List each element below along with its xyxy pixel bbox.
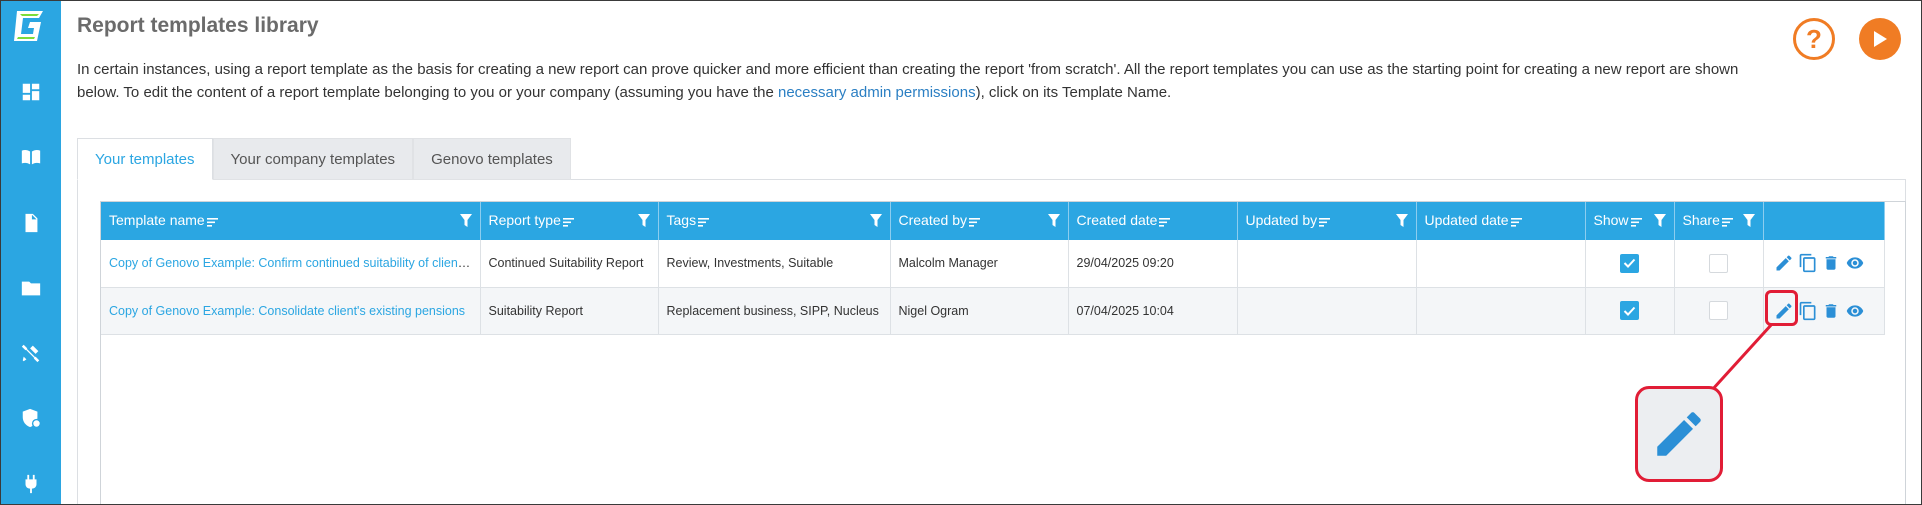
filter-icon[interactable]	[1395, 214, 1408, 230]
sort-icon[interactable]	[562, 214, 574, 230]
created-date-cell: 07/04/2025 10:04	[1068, 287, 1238, 335]
check-icon	[1623, 259, 1636, 269]
column-label: Created by	[898, 212, 967, 229]
edit-icon[interactable]	[1774, 253, 1794, 273]
intro-text: In certain instances, using a report tem…	[77, 58, 1777, 104]
copy-icon[interactable]	[1798, 300, 1818, 322]
view-icon[interactable]	[1844, 302, 1866, 320]
created-by-cell: Malcolm Manager	[890, 240, 1069, 288]
tools-icon[interactable]	[19, 341, 43, 365]
column-label: Created date	[1076, 212, 1158, 229]
tab-genovo-templates[interactable]: Genovo templates	[413, 138, 571, 180]
updated-date-cell	[1416, 287, 1586, 335]
report-type-cell: Continued Suitability Report	[480, 240, 659, 288]
filter-icon[interactable]	[1742, 214, 1755, 230]
copy-icon[interactable]	[1798, 252, 1818, 274]
document-icon[interactable]	[19, 211, 43, 235]
sort-icon[interactable]	[1630, 214, 1642, 230]
sort-icon[interactable]	[1721, 214, 1733, 230]
column-label: Updated by	[1245, 212, 1318, 229]
edit-icon-callout	[1635, 386, 1723, 482]
created-date-cell: 29/04/2025 09:20	[1068, 240, 1238, 288]
column-header-share[interactable]: Share	[1674, 202, 1764, 240]
column-label: Report type	[488, 212, 561, 229]
filter-icon[interactable]	[459, 214, 472, 230]
question-mark-icon: ?	[1806, 23, 1822, 54]
sort-icon[interactable]	[968, 214, 980, 230]
delete-icon[interactable]	[1822, 301, 1840, 321]
template-tabs: Your templates Your company templates Ge…	[77, 138, 571, 180]
template-name-link[interactable]: Copy of Genovo Example: Confirm continue…	[109, 256, 479, 270]
sort-icon[interactable]	[206, 214, 218, 230]
column-header-updated-by[interactable]: Updated by	[1237, 202, 1417, 240]
table-header-row: Template name Report type Tags Created b…	[101, 202, 1885, 240]
edit-icon	[1657, 412, 1701, 456]
table-row: Copy of Genovo Example: Confirm continue…	[101, 240, 1885, 288]
tab-company-templates[interactable]: Your company templates	[212, 138, 414, 180]
sort-icon[interactable]	[1159, 214, 1171, 230]
show-checkbox[interactable]	[1620, 253, 1639, 273]
tags-cell: Review, Investments, Suitable	[658, 240, 891, 288]
filter-icon[interactable]	[637, 214, 650, 230]
filter-icon[interactable]	[1653, 214, 1666, 230]
sort-icon[interactable]	[698, 214, 710, 230]
report-type-cell: Suitability Report	[480, 287, 659, 335]
play-icon	[1874, 31, 1887, 47]
column-header-created-date[interactable]: Created date	[1068, 202, 1238, 240]
updated-by-cell	[1237, 287, 1417, 335]
share-checkbox[interactable]	[1709, 301, 1728, 320]
column-header-report-type[interactable]: Report type	[480, 202, 659, 240]
column-header-template-name[interactable]: Template name	[101, 202, 481, 240]
folder-icon[interactable]	[19, 276, 43, 300]
column-header-show[interactable]: Show	[1585, 202, 1675, 240]
share-checkbox[interactable]	[1709, 253, 1728, 273]
sort-icon[interactable]	[1319, 214, 1331, 230]
genovo-logo-icon[interactable]	[11, 8, 45, 44]
tab-your-templates[interactable]: Your templates	[77, 138, 213, 180]
delete-icon[interactable]	[1822, 253, 1840, 273]
dashboard-icon[interactable]	[19, 80, 43, 104]
view-icon[interactable]	[1844, 254, 1866, 272]
column-header-updated-date[interactable]: Updated date	[1416, 202, 1586, 240]
check-icon	[1623, 306, 1636, 316]
sort-icon[interactable]	[1510, 214, 1522, 230]
row-actions	[1772, 252, 1876, 274]
table-row: Copy of Genovo Example: Consolidate clie…	[101, 287, 1885, 335]
column-label: Updated date	[1424, 212, 1509, 229]
filter-icon[interactable]	[869, 214, 882, 230]
sidebar	[0, 0, 61, 505]
shield-user-icon[interactable]	[19, 406, 43, 430]
book-open-icon[interactable]	[19, 145, 43, 169]
column-label: Show	[1593, 212, 1629, 229]
tags-cell: Replacement business, SIPP, Nucleus	[658, 287, 891, 335]
column-header-created-by[interactable]: Created by	[890, 202, 1069, 240]
template-name-link[interactable]: Copy of Genovo Example: Consolidate clie…	[109, 304, 465, 318]
intro-text-part2: ), click on its Template Name.	[975, 84, 1172, 101]
column-label: Tags	[666, 212, 697, 229]
admin-permissions-link[interactable]: necessary admin permissions	[778, 84, 976, 101]
help-button[interactable]: ?	[1793, 18, 1835, 60]
show-checkbox[interactable]	[1620, 301, 1639, 320]
column-label: Template name	[109, 212, 205, 229]
column-header-tags[interactable]: Tags	[658, 202, 891, 240]
page-title: Report templates library	[77, 14, 319, 37]
created-by-cell: Nigel Ogram	[890, 287, 1069, 335]
filter-icon[interactable]	[1047, 214, 1060, 230]
column-header-actions	[1763, 202, 1885, 240]
column-label: Share	[1682, 212, 1720, 229]
updated-date-cell	[1416, 240, 1586, 288]
templates-table: Template name Report type Tags Created b…	[101, 202, 1885, 335]
plug-icon[interactable]	[19, 472, 43, 496]
updated-by-cell	[1237, 240, 1417, 288]
play-tutorial-button[interactable]	[1859, 18, 1901, 60]
edit-icon-highlight	[1765, 290, 1798, 326]
